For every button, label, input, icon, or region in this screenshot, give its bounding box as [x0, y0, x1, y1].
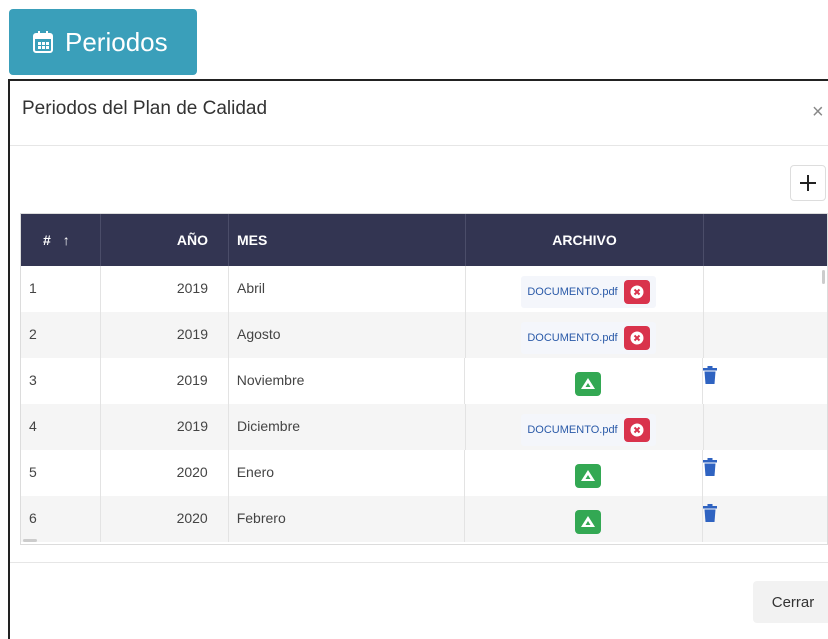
cell-num: 1: [21, 266, 101, 312]
cell-file: [465, 450, 703, 496]
google-drive-icon: [580, 516, 595, 527]
document-chip: DOCUMENTO.pdf: [521, 322, 656, 354]
header-actions: [704, 214, 827, 266]
table-header: # ↑ AÑO MES ARCHIVO: [21, 214, 827, 266]
cell-actions: [703, 358, 827, 404]
table-row: 6 2020 Febrero: [21, 496, 827, 542]
document-chip: DOCUMENTO.pdf: [521, 276, 656, 308]
cell-file: DOCUMENTO.pdf: [466, 266, 704, 312]
cell-num: 5: [21, 450, 101, 496]
cell-file: [465, 496, 703, 542]
remove-file-button[interactable]: [623, 280, 650, 304]
google-drive-upload-button[interactable]: [574, 372, 601, 396]
remove-file-button[interactable]: [623, 418, 650, 442]
cell-actions: [703, 496, 827, 542]
cell-month: Diciembre: [229, 404, 466, 450]
cell-actions: [703, 450, 827, 496]
google-drive-upload-button[interactable]: [574, 510, 601, 534]
header-file[interactable]: ARCHIVO: [466, 214, 704, 266]
cell-year: 2020: [101, 450, 229, 496]
horizontal-scrollbar[interactable]: [23, 539, 37, 542]
table-row: 4 2019 Diciembre DOCUMENTO.pdf: [21, 404, 827, 450]
sort-arrow-icon: ↑: [62, 232, 70, 248]
add-period-button[interactable]: [790, 165, 826, 201]
cell-month: Febrero: [229, 496, 466, 542]
cell-num: 4: [21, 404, 101, 450]
cell-file: [465, 358, 703, 404]
cell-year: 2019: [101, 266, 229, 312]
cell-month: Agosto: [229, 312, 466, 358]
x-circle-icon: [630, 331, 644, 345]
footer-divider: [10, 562, 828, 563]
x-circle-icon: [630, 423, 644, 437]
header-divider: [10, 145, 828, 146]
x-circle-icon: [630, 285, 644, 299]
periodos-label: Periodos: [65, 26, 168, 57]
google-drive-icon: [580, 378, 595, 389]
trash-icon[interactable]: [703, 366, 717, 384]
modal-close-icon[interactable]: ×: [812, 101, 824, 124]
table-row: 2 2019 Agosto DOCUMENTO.pdf: [21, 312, 827, 358]
cell-year: 2020: [101, 496, 229, 542]
plus-icon: [800, 175, 816, 191]
cell-actions: [704, 404, 827, 450]
header-num-label: #: [43, 232, 51, 248]
cell-num: 2: [21, 312, 101, 358]
document-chip: DOCUMENTO.pdf: [521, 414, 656, 446]
cell-year: 2019: [101, 312, 229, 358]
table-row: 5 2020 Enero: [21, 450, 827, 496]
cell-actions: [704, 266, 827, 312]
table-row: 1 2019 Abril DOCUMENTO.pdf: [21, 266, 827, 312]
periodos-modal: Periodos del Plan de Calidad × # ↑ AÑO M…: [8, 79, 828, 639]
cell-actions: [704, 312, 827, 358]
cell-num: 3: [21, 358, 101, 404]
cerrar-button[interactable]: Cerrar: [753, 581, 828, 623]
document-link[interactable]: DOCUMENTO.pdf: [527, 286, 617, 298]
table-body: 1 2019 Abril DOCUMENTO.pdf 2 2019 Agosto…: [21, 266, 827, 542]
calendar-icon: [33, 31, 53, 53]
modal-title: Periodos del Plan de Calidad: [22, 98, 268, 119]
cell-month: Noviembre: [229, 358, 466, 404]
cell-file: DOCUMENTO.pdf: [466, 312, 704, 358]
cell-month: Enero: [229, 450, 466, 496]
header-year[interactable]: AÑO: [101, 214, 229, 266]
header-month[interactable]: MES: [229, 214, 466, 266]
cell-year: 2019: [101, 404, 229, 450]
header-num[interactable]: # ↑: [21, 214, 101, 266]
vertical-scrollbar[interactable]: [822, 270, 825, 284]
cell-year: 2019: [101, 358, 229, 404]
remove-file-button[interactable]: [623, 326, 650, 350]
cell-month: Abril: [229, 266, 466, 312]
trash-icon[interactable]: [703, 458, 717, 476]
google-drive-upload-button[interactable]: [574, 464, 601, 488]
document-link[interactable]: DOCUMENTO.pdf: [527, 332, 617, 344]
cell-file: DOCUMENTO.pdf: [466, 404, 704, 450]
trash-icon[interactable]: [703, 504, 717, 522]
periods-table: # ↑ AÑO MES ARCHIVO 1 2019 Abril DOCUMEN…: [20, 213, 828, 545]
document-link[interactable]: DOCUMENTO.pdf: [527, 424, 617, 436]
google-drive-icon: [580, 470, 595, 481]
periodos-button[interactable]: Periodos: [9, 9, 197, 75]
cell-num: 6: [21, 496, 101, 542]
table-row: 3 2019 Noviembre: [21, 358, 827, 404]
